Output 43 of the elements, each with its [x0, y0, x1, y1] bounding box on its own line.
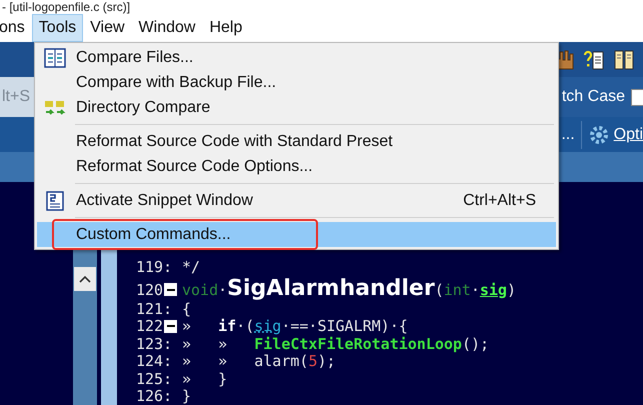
- code-line: » » alarm(5);: [182, 352, 336, 370]
- match-case-label: tch Case: [562, 88, 625, 106]
- line-number: 122: [136, 317, 164, 335]
- checkbox[interactable]: [631, 88, 643, 106]
- line-number: 126:: [136, 387, 172, 405]
- gear-icon[interactable]: [588, 124, 610, 146]
- line-number: 123:: [136, 334, 172, 352]
- code-line: » » FileCtxFileRotationLoop();: [182, 334, 490, 352]
- window-title: - [util-logopenfile.c (src)]: [2, 0, 130, 14]
- menu-entry[interactable]: Reformat Source Code with Standard Preset: [37, 129, 556, 154]
- help-document-icon[interactable]: [583, 48, 605, 70]
- menu-item[interactable]: Tools: [32, 14, 84, 42]
- caret-up-icon: [79, 275, 91, 283]
- code-line: » }: [182, 370, 228, 388]
- code-line: void·SigAlarmhandler(int·sig): [182, 276, 516, 300]
- menu-entry[interactable]: Custom Commands...: [37, 222, 556, 247]
- line-number: 124:: [136, 352, 172, 370]
- collapse-icon[interactable]: [164, 320, 178, 332]
- code-line: */: [182, 258, 200, 276]
- shortcut-label: lt+S: [0, 77, 36, 117]
- menu-entry[interactable]: Directory Compare: [37, 95, 556, 120]
- menu-item[interactable]: Window: [132, 14, 202, 42]
- menu-entry[interactable]: Compare Files...: [37, 45, 556, 70]
- code-line: » if·(sig·==·SIGALRM)·{: [182, 317, 408, 335]
- ellipsis-label: ...: [561, 126, 575, 144]
- code-line: {: [182, 300, 192, 318]
- options-link[interactable]: Opti: [614, 126, 643, 144]
- line-number: 125:: [136, 370, 172, 388]
- menu-entry[interactable]: Compare with Backup File...: [37, 70, 556, 95]
- menu-entry[interactable]: Reformat Source Code Options...: [37, 154, 556, 179]
- code-line: }: [182, 387, 192, 405]
- line-number: 120: [136, 280, 164, 298]
- snippet-window-icon: [44, 190, 66, 210]
- collapse-icon[interactable]: [164, 283, 178, 296]
- menu-item[interactable]: Help: [202, 14, 250, 42]
- menu-item[interactable]: ons: [0, 14, 32, 42]
- scroll-up-button[interactable]: [74, 267, 96, 291]
- book-icon[interactable]: [613, 48, 635, 70]
- line-number: 119:: [136, 258, 172, 276]
- menu-entry[interactable]: Activate Snippet Window Ctrl+Alt+S: [37, 188, 556, 213]
- line-number: 121:: [136, 300, 172, 318]
- compare-files-icon: [44, 48, 66, 68]
- menu-item[interactable]: View: [83, 14, 132, 42]
